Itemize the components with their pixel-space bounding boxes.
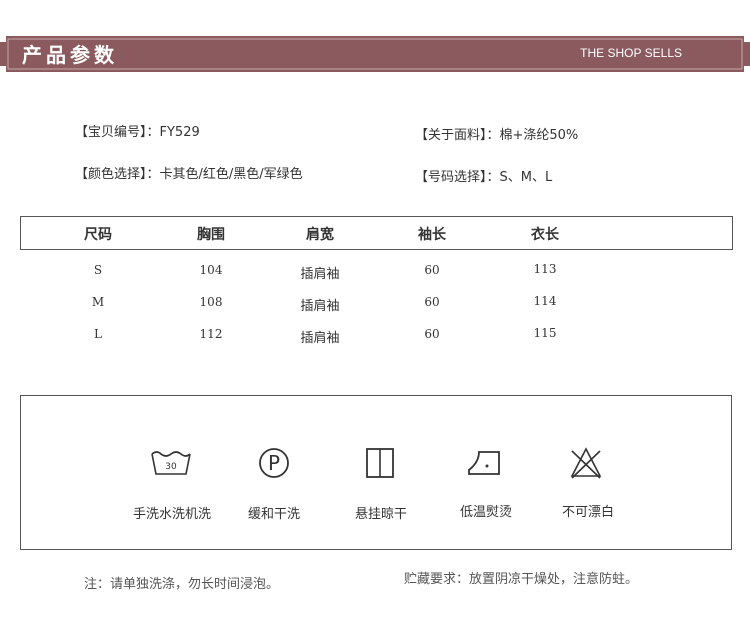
table-cell: S [93,263,103,277]
col-header-shoulder: 肩宽 [306,227,334,243]
table-cell: 60 [424,327,440,341]
dry-clean-p-icon: P [259,448,289,478]
table-cell: 插肩袖 [300,299,340,314]
col-header-size: 尺码 [84,227,112,243]
no-bleach-icon [570,447,602,479]
page-title: 产品参数 [22,43,118,67]
col-header-sleeve: 袖长 [418,227,446,243]
col-header-length: 衣长 [531,227,559,243]
wash-note: 注：请单独洗涤，勿长时间浸泡。 [84,577,280,592]
table-cell: M [91,295,105,309]
svg-text:P: P [268,451,280,475]
storage-note: 贮藏要求：放置阴凉干燥处，注意防蛀。 [404,572,639,587]
table-cell: 115 [533,326,557,340]
item-number: 【宝贝编号】：FY529 [75,125,200,140]
table-cell: 114 [533,294,557,308]
table-cell: 113 [533,262,557,276]
col-header-chest: 胸围 [197,227,225,243]
care-label-iron: 低温熨烫 [459,505,513,520]
fabric-info: 【关于面料】：棉+涤纶50% [415,128,579,143]
care-label-dry-clean: 缓和干洗 [247,507,301,522]
table-cell: 104 [199,263,223,277]
shop-subtitle: THE SHOP SELLS [580,46,682,60]
table-cell: 112 [199,327,223,341]
header-banner: 产品参数 THE SHOP SELLS [0,34,750,74]
size-options: 【号码选择】：S、M、L [415,170,553,185]
color-options: 【颜色选择】：卡其色/红色/黑色/军绿色 [75,167,303,182]
table-cell: 60 [424,263,440,277]
table-cell: 60 [424,295,440,309]
svg-text:30: 30 [165,462,177,472]
hand-wash-30-icon: 30 [151,451,191,475]
low-iron-icon [468,451,500,475]
size-table-header [20,216,733,250]
table-cell: 插肩袖 [300,267,340,282]
care-label-no-bleach: 不可漂白 [561,505,615,520]
table-cell: L [94,327,102,341]
care-label-line-dry: 悬挂晾干 [354,507,408,522]
line-dry-icon [366,448,394,478]
table-cell: 108 [199,295,223,309]
care-label-wash: 手洗水洗机洗 [132,507,212,522]
table-cell: 插肩袖 [300,331,340,346]
